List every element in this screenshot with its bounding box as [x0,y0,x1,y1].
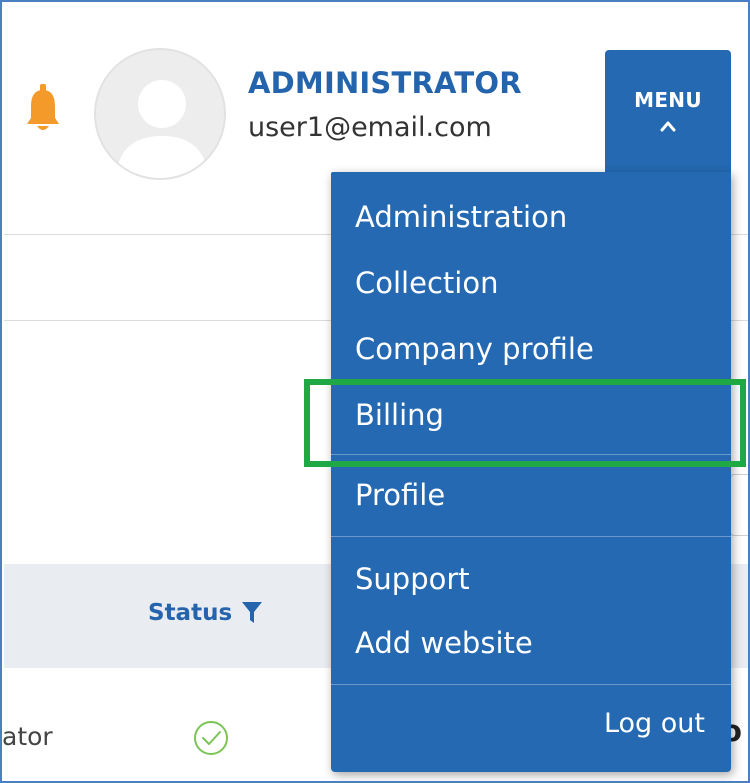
menu-label: MENU [634,88,702,112]
table-row-role: ator [2,722,53,751]
menu-item-collection[interactable]: Collection [355,266,498,300]
user-role: ADMINISTRATOR [248,66,522,100]
user-silhouette-icon [116,80,208,178]
menu-item-administration[interactable]: Administration [355,200,567,234]
chevron-up-icon [660,121,676,132]
menu-item-profile[interactable]: Profile [355,478,445,512]
highlight-annotation [304,379,746,467]
menu-separator [331,684,731,685]
page-frame: ADMINISTRATOR user1@email.com MENU Statu… [0,0,750,783]
menu-dropdown: Administration Collection Company profil… [331,172,731,772]
status-column-header[interactable]: Status [148,600,263,626]
menu-item-company-profile[interactable]: Company profile [355,332,594,366]
status-header-label: Status [148,600,233,626]
menu-item-support[interactable]: Support [355,562,470,596]
search-input[interactable] [730,474,748,536]
filter-icon[interactable] [242,602,263,624]
user-email: user1@email.com [248,112,492,143]
check-circle-icon [194,721,228,755]
avatar[interactable] [94,48,226,180]
menu-item-add-website[interactable]: Add website [355,626,533,660]
logout-link[interactable]: Log out [604,708,705,739]
bell-icon[interactable] [26,84,60,132]
menu-button[interactable]: MENU [605,50,731,184]
menu-separator [331,536,731,537]
